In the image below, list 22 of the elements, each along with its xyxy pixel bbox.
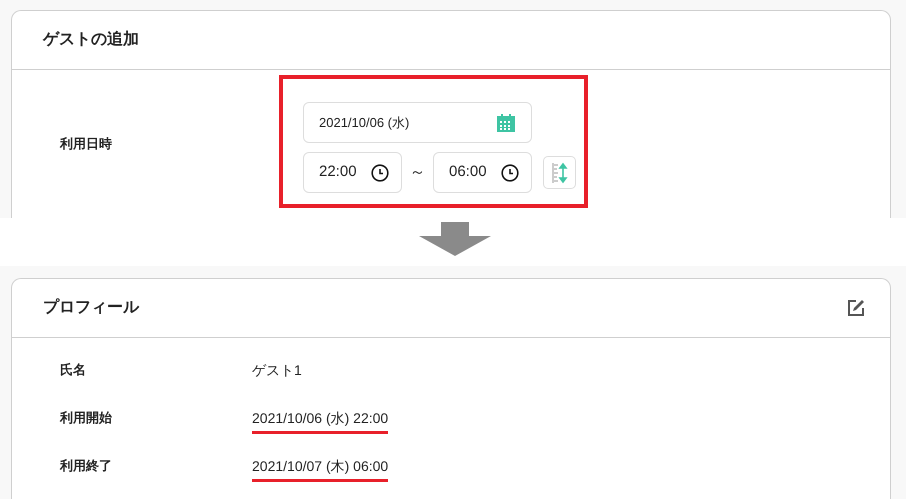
time-field[interactable]: 22:00 [303,152,402,193]
field-label: 氏名 [59,361,87,379]
section-title: プロフィール [43,297,139,318]
field-label: 利用開始 [58,409,113,427]
ruler-arrow-icon [550,162,568,184]
time-value: 06:00 [449,162,487,182]
field-value: 2021/10/07 (木) 06:00 [252,456,388,482]
clock-icon [371,164,389,182]
field-value: ゲスト1 [252,361,302,380]
field-label: 利用終了 [58,457,113,475]
section-title: ゲストの追加 [43,30,139,50]
field-value: 2021/10/06 (水) 22:00 [252,408,388,434]
down-arrow-icon [419,222,491,256]
date-value: 2021/10/06 (水) [319,114,410,132]
clock-icon [501,164,519,182]
time-field[interactable]: 06:00 [433,152,532,193]
field-label: 利用日時 [60,136,112,151]
date-field[interactable]: 2021/10/06 (水) [303,102,532,143]
range-separator: ～ [408,162,426,182]
time-value: 22:00 [319,162,357,182]
calendar-icon [496,112,516,132]
edit-icon[interactable] [847,299,865,317]
